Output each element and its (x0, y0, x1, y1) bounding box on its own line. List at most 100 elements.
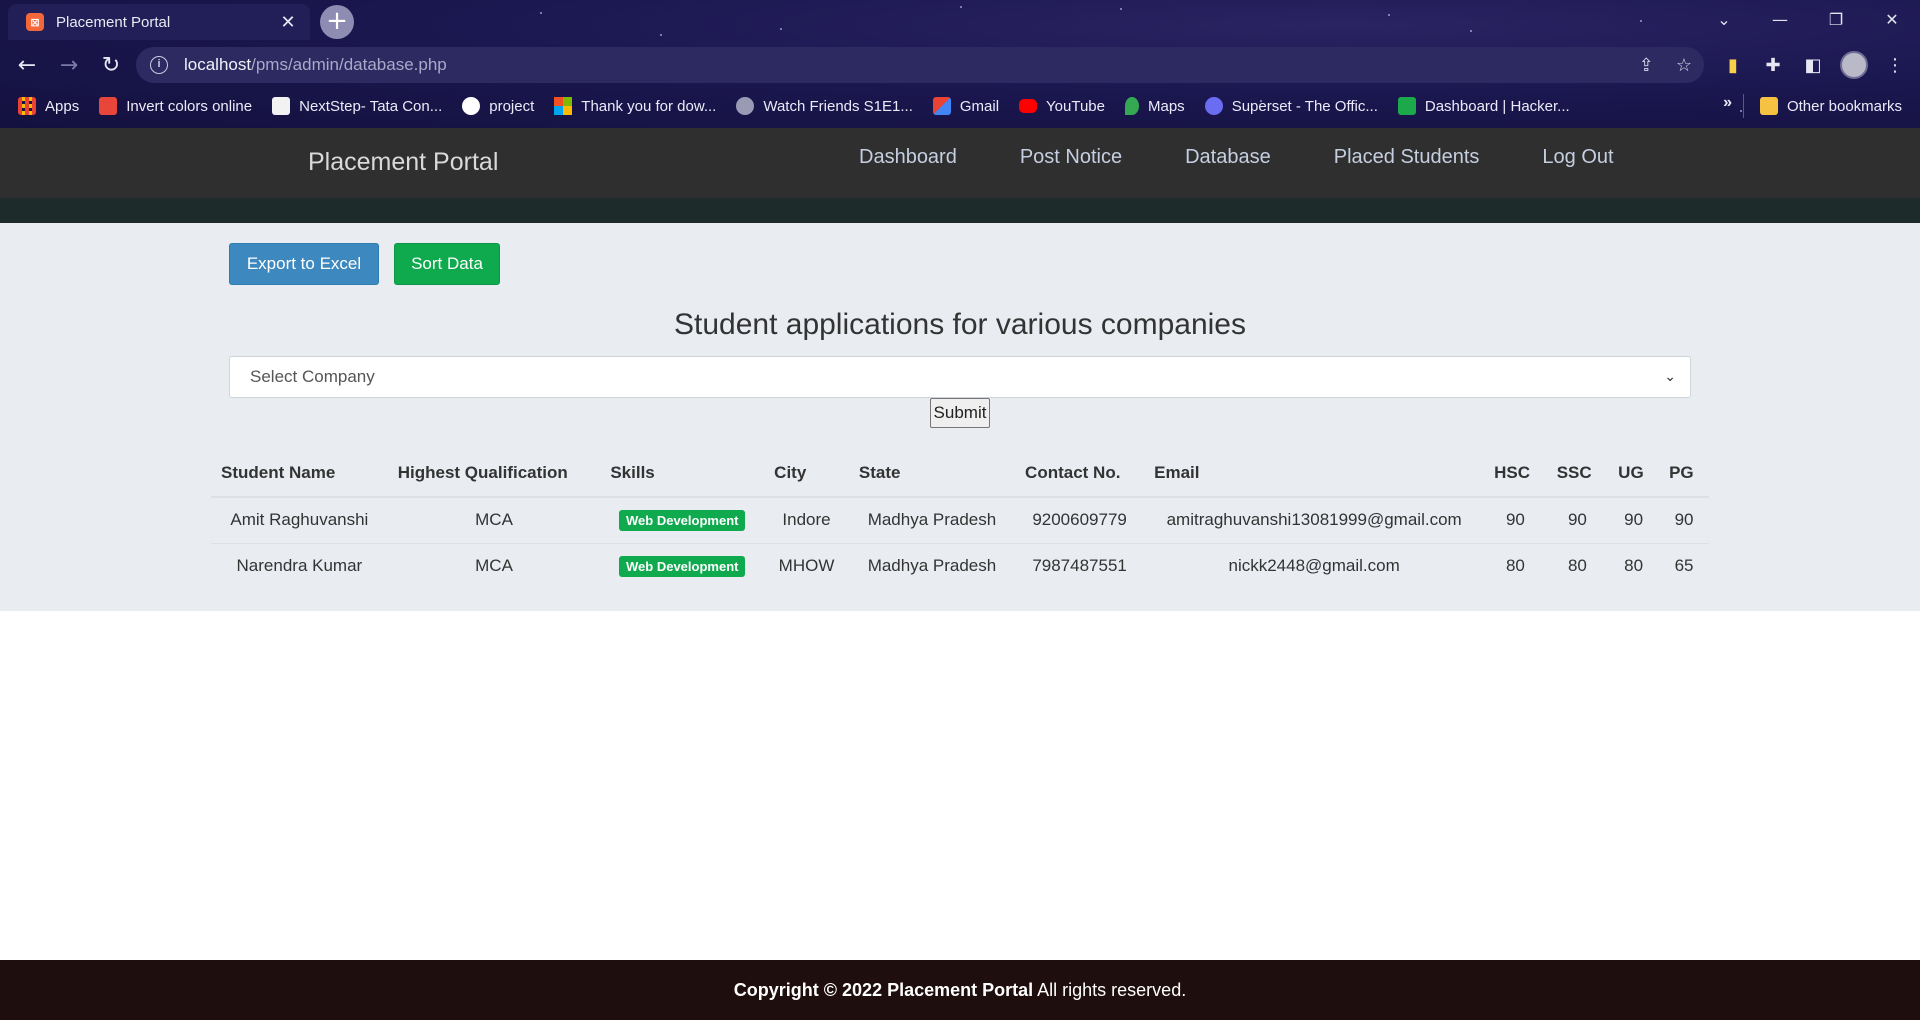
hackerrank-icon (1397, 97, 1416, 115)
forward-arrow-icon[interactable]: → (54, 50, 84, 80)
bookmarks-bar: Apps Invert colors online NextStep- Tata… (0, 92, 1920, 120)
url-text[interactable]: localhost/pms/admin/database.php (184, 55, 447, 75)
menu-kebab-icon[interactable]: ⋮ (1882, 52, 1908, 78)
cell-ssc: 80 (1546, 542, 1609, 589)
cell-student-name: Amit Raghuvanshi (211, 496, 388, 543)
other-bookmarks[interactable]: Other bookmarks (1759, 92, 1902, 120)
browser-tab[interactable]: ⊠ Placement Portal ✕ (8, 4, 310, 40)
tab-title: Placement Portal (56, 13, 171, 31)
window-controls: ⌄ — ❐ ✕ (1696, 0, 1920, 38)
gmail-icon (932, 97, 951, 115)
nav-log-out[interactable]: Log Out (1542, 146, 1613, 169)
address-bar[interactable]: i localhost/pms/admin/database.php ⇪ ☆ (136, 47, 1704, 83)
footer-rights: All rights reserved. (1033, 980, 1187, 1000)
globe-icon (736, 97, 755, 115)
bookmark-watch-friends[interactable]: Watch Friends S1E1... (736, 97, 913, 115)
superset-icon (1204, 97, 1223, 115)
star-icon[interactable]: ☆ (1676, 55, 1692, 76)
bookmarks-overflow-icon[interactable]: » (1723, 94, 1732, 112)
bookmark-superset[interactable]: Superset - The Offic... (1204, 97, 1378, 115)
folder-icon (1759, 97, 1778, 115)
column-header: PG (1659, 449, 1709, 498)
tree-icon (99, 97, 118, 115)
cell-state: Madhya Pradesh (848, 542, 1016, 589)
site-brand[interactable]: Placement Portal (308, 148, 498, 177)
column-header: City (764, 449, 849, 498)
info-icon[interactable]: i (150, 56, 168, 74)
nav-post-notice[interactable]: Post Notice (1020, 146, 1122, 169)
cell-skills: Web Development (600, 496, 765, 543)
bookmark-youtube[interactable]: YouTube (1019, 98, 1105, 115)
cell-qualification: MCA (387, 542, 601, 589)
site-footer: Copyright © 2022 Placement Portal All ri… (0, 960, 1920, 1020)
column-header: Skills (600, 449, 765, 498)
cell-contact: 9200609779 (1015, 496, 1145, 543)
xampp-icon: ⊠ (26, 13, 44, 31)
back-arrow-icon[interactable]: ← (12, 50, 42, 80)
cell-qualification: MCA (387, 496, 601, 543)
nav-placed-students[interactable]: Placed Students (1334, 146, 1480, 169)
column-header: HSC (1484, 449, 1547, 498)
footer-copyright: Copyright © 2022 Placement Portal (733, 980, 1034, 1000)
profile-avatar[interactable] (1840, 51, 1868, 79)
share-icon[interactable]: ⇪ (1639, 55, 1654, 76)
cell-email: nickk2448@gmail.com (1144, 542, 1485, 589)
bookmark-nextstep[interactable]: NextStep- Tata Con... (272, 97, 442, 115)
submit-button[interactable]: Submit (930, 398, 990, 428)
cell-hsc: 80 (1484, 542, 1547, 589)
close-tab-icon[interactable]: ✕ (278, 12, 298, 33)
bookmark-project[interactable]: project (462, 97, 534, 115)
table-header-row: Student Name Highest Qualification Skill… (211, 449, 1709, 498)
apps-grid-icon (18, 97, 36, 115)
bookmark-apps[interactable]: Apps (18, 97, 79, 115)
youtube-icon (1019, 99, 1038, 113)
nav-dashboard[interactable]: Dashboard (859, 146, 957, 169)
side-panel-icon[interactable]: ◧ (1800, 52, 1826, 78)
cell-ssc: 90 (1546, 496, 1609, 543)
reload-icon[interactable]: ↻ (96, 50, 126, 80)
column-header: SSC (1546, 449, 1609, 498)
column-header: UG (1608, 449, 1660, 498)
column-header: Highest Qualification (387, 449, 601, 498)
bookmarks-separator (1743, 94, 1744, 118)
page-title: Student applications for various compani… (674, 308, 1246, 341)
skill-badge: Web Development (619, 509, 746, 531)
cell-contact: 7987487551 (1015, 542, 1145, 589)
nav-database[interactable]: Database (1185, 146, 1271, 169)
cell-ug: 90 (1608, 496, 1660, 543)
column-header: Contact No. (1015, 449, 1145, 498)
bookmark-invert-colors[interactable]: Invert colors online (99, 97, 252, 115)
close-window-icon[interactable]: ✕ (1864, 0, 1920, 38)
column-header: Student Name (211, 449, 388, 498)
cell-hsc: 90 (1484, 496, 1547, 543)
main-content: Export to Excel Sort Data Student applic… (0, 223, 1920, 611)
note-extension-icon[interactable]: ▮ (1720, 52, 1746, 78)
sort-data-button[interactable]: Sort Data (394, 243, 500, 285)
bookmark-gmail[interactable]: Gmail (932, 97, 999, 115)
cell-skills: Web Development (600, 542, 765, 589)
cell-city: MHOW (764, 542, 849, 589)
company-select[interactable]: Select Company ⌄ (229, 356, 1691, 398)
bookmark-maps[interactable]: Maps (1125, 97, 1185, 115)
bookmark-hackerrank[interactable]: Dashboard | Hacker... (1397, 97, 1570, 115)
new-tab-button[interactable]: + (320, 5, 354, 39)
chevron-down-icon[interactable]: ⌄ (1696, 0, 1752, 38)
export-to-excel-button[interactable]: Export to Excel (229, 243, 379, 285)
minimize-icon[interactable]: — (1752, 0, 1808, 38)
cell-state: Madhya Pradesh (848, 496, 1016, 543)
applications-table: Student Name Highest Qualification Skill… (211, 449, 1709, 589)
nav-stripe (0, 198, 1920, 223)
restore-icon[interactable]: ❐ (1808, 0, 1864, 38)
cell-email: amitraghuvanshi13081999@gmail.com (1144, 496, 1485, 543)
table-row: Amit Raghuvanshi MCA Web Development Ind… (211, 496, 1709, 543)
puzzle-extensions-icon[interactable]: ✚ (1760, 52, 1786, 78)
tcs-icon (272, 97, 291, 115)
site-menu: Dashboard Post Notice Database Placed St… (859, 146, 1614, 169)
maps-icon (1125, 97, 1139, 115)
bookmark-thank-you[interactable]: Thank you for dow... (554, 97, 716, 115)
chevron-down-icon: ⌄ (1664, 369, 1676, 385)
cell-student-name: Narendra Kumar (211, 542, 388, 589)
column-header: Email (1144, 449, 1485, 498)
microsoft-icon (554, 97, 573, 115)
skill-badge: Web Development (619, 555, 746, 577)
